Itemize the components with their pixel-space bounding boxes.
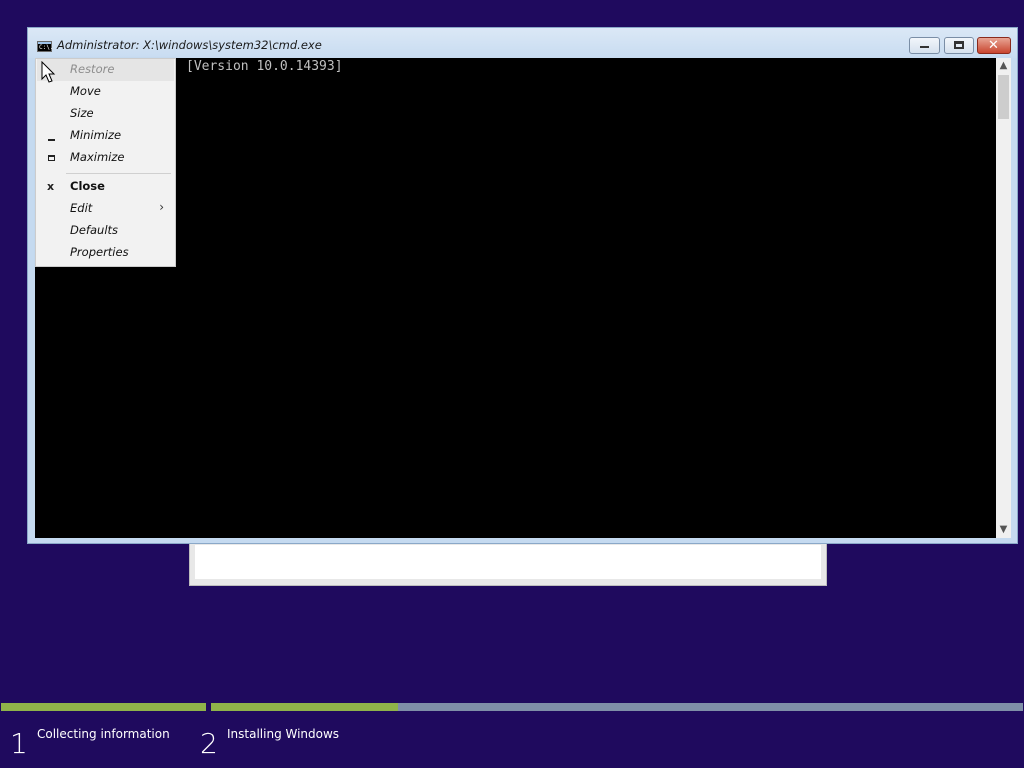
menu-item-label: Maximize xyxy=(70,150,125,164)
menu-item-edit[interactable]: Edit › xyxy=(37,198,174,220)
chevron-right-icon: › xyxy=(159,200,164,214)
step-label: Collecting information xyxy=(37,727,170,741)
menu-item-properties[interactable]: Properties xyxy=(37,242,174,264)
maximize-button[interactable] xyxy=(944,37,974,54)
menu-item-move[interactable]: Move xyxy=(37,81,174,103)
close-button[interactable]: ✕ xyxy=(977,37,1011,54)
menu-item-label: Close xyxy=(70,179,105,193)
mouse-pointer-icon xyxy=(41,61,56,83)
setup-desktop: C:\. Administrator: X:\windows\system32\… xyxy=(0,0,1024,768)
setup-progress-bar xyxy=(0,702,1024,713)
menu-item-defaults[interactable]: Defaults xyxy=(37,220,174,242)
cmd-app-icon-text: C:\. xyxy=(39,44,54,51)
scroll-thumb[interactable] xyxy=(998,75,1009,119)
vertical-scrollbar[interactable]: ▲ ▼ xyxy=(996,58,1011,538)
menu-item-minimize[interactable]: Minimize xyxy=(37,125,174,147)
close-icon: x xyxy=(47,180,55,193)
minimize-icon xyxy=(47,129,57,141)
step-number: 1 xyxy=(10,727,28,760)
menu-item-close[interactable]: x Close xyxy=(37,176,174,198)
step-label: Installing Windows xyxy=(227,727,340,741)
minimize-button[interactable] xyxy=(909,37,940,54)
scroll-down-arrow-icon[interactable]: ▼ xyxy=(996,522,1011,538)
menu-item-label: Move xyxy=(70,84,101,98)
step-number: 2 xyxy=(200,727,218,760)
menu-item-label: Size xyxy=(70,106,94,120)
console-version-line: [Version 10.0.14393] xyxy=(186,59,343,74)
system-menu: Restore Move Size Minimize Maximize x Cl… xyxy=(35,58,176,267)
maximize-icon xyxy=(954,41,964,49)
cmd-app-icon[interactable]: C:\. xyxy=(37,41,54,52)
menu-item-label: Minimize xyxy=(70,128,122,142)
progress-step1 xyxy=(1,703,206,711)
progress-step2-fill xyxy=(211,703,398,711)
scroll-up-arrow-icon[interactable]: ▲ xyxy=(996,58,1011,74)
window-title: Administrator: X:\windows\system32\cmd.e… xyxy=(57,38,322,52)
menu-item-maximize[interactable]: Maximize xyxy=(37,147,174,169)
maximize-icon xyxy=(47,151,57,163)
menu-item-label: Defaults xyxy=(70,223,119,237)
menu-item-label: Properties xyxy=(70,245,129,259)
setup-dialog-behind xyxy=(189,540,827,586)
menu-item-restore[interactable]: Restore xyxy=(37,59,174,81)
console-area[interactable]: [Version 10.0.14393] xyxy=(35,58,996,538)
close-icon: ✕ xyxy=(988,38,999,53)
setup-dialog-content xyxy=(195,545,821,579)
progress-step2-track xyxy=(211,703,1023,711)
menu-item-label: Restore xyxy=(70,62,115,76)
menu-item-size[interactable]: Size xyxy=(37,103,174,125)
menu-item-label: Edit xyxy=(70,201,93,215)
menu-separator xyxy=(66,173,171,174)
minimize-icon xyxy=(920,46,929,48)
title-bar[interactable]: C:\. Administrator: X:\windows\system32\… xyxy=(28,28,1017,58)
